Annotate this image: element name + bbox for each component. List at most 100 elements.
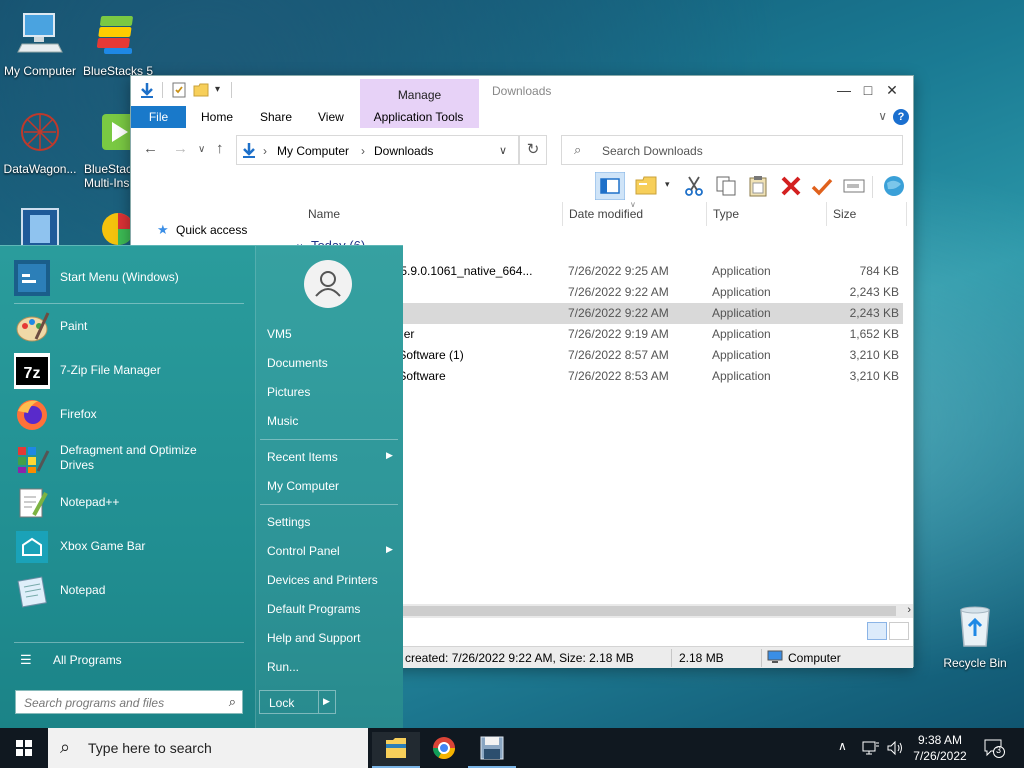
taskbar-clock[interactable]: 9:38 AM 7/26/2022: [905, 732, 975, 764]
tray-expand-icon[interactable]: ∧: [838, 739, 847, 753]
divider: [162, 82, 163, 98]
back-button[interactable]: ←: [143, 140, 158, 157]
all-programs-button[interactable]: ☰ All Programs: [20, 652, 122, 668]
copy-icon[interactable]: [714, 174, 738, 198]
address-bar[interactable]: › My Computer › Downloads ∨: [236, 135, 519, 165]
desktop-icon-datawagon[interactable]: DataWagon...: [0, 108, 80, 176]
large-icons-view-icon[interactable]: [889, 622, 909, 640]
lock-options-arrow-icon[interactable]: ▶: [323, 696, 330, 707]
paste-icon[interactable]: [746, 174, 770, 198]
desktop-icon-my-computer[interactable]: My Computer: [0, 10, 80, 78]
action-center-button[interactable]: 3: [983, 738, 1005, 758]
tab-share[interactable]: Share: [250, 106, 302, 128]
taskbar-search[interactable]: ⌕ Type here to search: [48, 728, 368, 768]
desktop-icon-video[interactable]: [0, 205, 80, 245]
monitor-icon: [767, 650, 783, 667]
forward-button[interactable]: →: [173, 140, 188, 157]
start-button[interactable]: [0, 728, 48, 768]
column-header-date[interactable]: Date modified: [569, 207, 643, 229]
cut-icon[interactable]: [682, 174, 706, 198]
start-item-run[interactable]: Run...: [267, 660, 299, 674]
scrollbar-thumb[interactable]: [371, 606, 896, 616]
help-icon[interactable]: ?: [893, 109, 909, 125]
program-7zip[interactable]: 7z 7-Zip File Manager: [14, 351, 244, 391]
breadcrumb-current[interactable]: Downloads: [374, 144, 433, 158]
desktop-icon-recycle-bin[interactable]: Recycle Bin: [935, 602, 1015, 670]
program-defragment[interactable]: Defragment and Optimize Drives: [14, 439, 244, 479]
start-user-name[interactable]: VM5: [267, 327, 292, 341]
download-arrow-icon[interactable]: [139, 82, 155, 98]
column-header-type[interactable]: Type: [713, 207, 739, 229]
windows-logo-icon: [16, 740, 32, 756]
file-row-selected[interactable]: 7/26/2022 9:22 AM Application 2,243 KB: [371, 303, 903, 324]
start-item-settings[interactable]: Settings: [267, 515, 310, 529]
file-row[interactable]: ) 7/26/2022 9:22 AM Application 2,243 KB: [371, 282, 903, 303]
network-icon[interactable]: [862, 740, 880, 756]
program-paint[interactable]: Paint: [14, 307, 244, 347]
file-row[interactable]: auncher 7/26/2022 9:19 AM Application 1,…: [371, 324, 903, 345]
close-button[interactable]: ✕: [869, 80, 915, 102]
refresh-button[interactable]: ↻: [519, 135, 547, 165]
customize-qa-icon[interactable]: ▾: [215, 84, 220, 95]
program-notepad[interactable]: Notepad: [14, 571, 244, 611]
start-item-default-programs[interactable]: Default Programs: [267, 602, 360, 616]
horizontal-scrollbar[interactable]: ›: [371, 604, 913, 618]
volume-icon[interactable]: [886, 740, 904, 756]
breadcrumb-chevron-icon: ›: [361, 144, 365, 158]
desktop-icon-bluestacks[interactable]: BlueStacks 5: [78, 10, 158, 78]
checkmark-icon[interactable]: [810, 174, 834, 198]
file-row[interactable]: ptureSoftware 7/26/2022 8:53 AM Applicat…: [371, 366, 903, 387]
taskbar-save-app[interactable]: [468, 732, 516, 768]
collapse-ribbon-icon[interactable]: ∨: [878, 109, 887, 123]
program-notepadpp[interactable]: Notepad++: [14, 483, 244, 523]
user-icon: [315, 271, 341, 297]
tab-view[interactable]: View: [308, 106, 354, 128]
tab-application-tools[interactable]: Application Tools: [364, 106, 473, 128]
scroll-right-icon[interactable]: ›: [907, 604, 911, 616]
start-item-documents[interactable]: Documents: [267, 356, 328, 370]
new-folder-icon[interactable]: [193, 82, 209, 98]
preview-pane-icon[interactable]: [595, 172, 625, 200]
globe-icon[interactable]: [882, 174, 906, 198]
nav-quick-access[interactable]: ★ Quick access: [157, 222, 247, 238]
lock-button[interactable]: Lock ▶: [259, 690, 336, 714]
properties-icon[interactable]: [171, 82, 187, 98]
start-menu-app-icon: [14, 260, 50, 296]
chrome-icon: [433, 737, 455, 759]
details-view-icon[interactable]: [867, 622, 887, 640]
search-icon: ⌕: [60, 737, 71, 757]
search-box[interactable]: ⌕ Search Downloads: [561, 135, 903, 165]
start-search-input[interactable]: Search programs and files ⌕: [15, 690, 243, 714]
folder-options-icon[interactable]: [634, 174, 658, 198]
column-header-size[interactable]: Size: [833, 207, 856, 229]
start-item-my-computer[interactable]: My Computer: [267, 479, 339, 493]
user-avatar[interactable]: [304, 260, 352, 308]
program-xbox-game-bar[interactable]: Xbox Game Bar: [14, 527, 244, 567]
status-size: 2.18 MB: [679, 651, 724, 665]
up-button[interactable]: ↑: [216, 140, 224, 157]
start-item-music[interactable]: Music: [267, 414, 298, 428]
start-item-pictures[interactable]: Pictures: [267, 385, 310, 399]
tab-file[interactable]: File: [131, 106, 186, 128]
start-item-start-menu[interactable]: Start Menu (Windows): [14, 258, 244, 298]
breadcrumb-root[interactable]: My Computer: [277, 144, 349, 158]
notification-count: 3: [996, 745, 1002, 755]
start-item-recent-items[interactable]: Recent Items ▶: [267, 450, 393, 464]
start-item-control-panel[interactable]: Control Panel ▶: [267, 544, 393, 558]
program-firefox[interactable]: Firefox: [14, 395, 244, 435]
divider: [260, 504, 398, 505]
taskbar-file-explorer[interactable]: [372, 732, 420, 768]
start-item-help[interactable]: Help and Support: [267, 631, 360, 645]
start-item-devices[interactable]: Devices and Printers: [267, 573, 378, 587]
file-row[interactable]: ptureSoftware (1) 7/26/2022 8:57 AM Appl…: [371, 345, 903, 366]
address-dropdown-icon[interactable]: ∨: [499, 144, 507, 157]
rename-icon[interactable]: [842, 174, 866, 198]
taskbar-chrome[interactable]: [420, 732, 468, 768]
folder-options-dropdown-icon[interactable]: ▾: [665, 179, 670, 190]
recent-locations-icon[interactable]: ∨: [198, 144, 205, 155]
column-header-name[interactable]: Name: [308, 207, 340, 229]
tab-home[interactable]: Home: [191, 106, 243, 128]
notepad-icon: [17, 576, 47, 608]
file-row[interactable]: aller_5.9.0.1061_native_664... 7/26/2022…: [371, 261, 903, 282]
delete-icon[interactable]: [779, 174, 803, 198]
